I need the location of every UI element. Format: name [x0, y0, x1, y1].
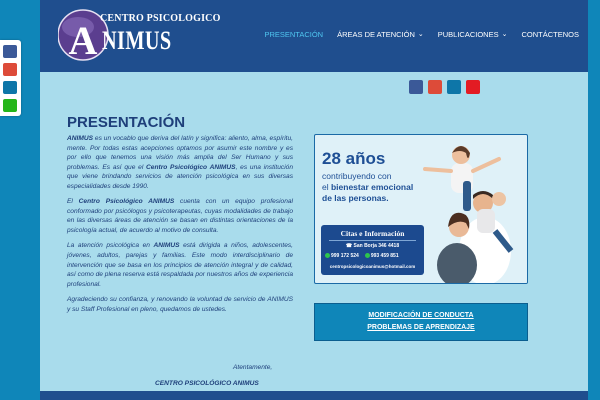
chevron-down-icon: ⌄ [417, 31, 424, 38]
page-frame-right [588, 0, 600, 400]
whatsapp-icon[interactable] [3, 99, 17, 112]
facebook-icon[interactable] [409, 80, 423, 94]
main-nav: PRESENTACIÓN ÁREAS DE ATENCIÓN ⌄ PUBLICA… [257, 30, 586, 39]
nav-item-label: PUBLICACIONES [437, 30, 499, 39]
main-content: PRESENTACIÓN ANIMUS es un vocablo que de… [40, 72, 588, 400]
text: La atención psicológica en [67, 242, 154, 250]
contact-card: Citas e Información ☎ San Borja 346 4418… [321, 225, 424, 275]
closing-text: Atentamente, [233, 364, 273, 371]
logo-line2: NIMUS [102, 26, 172, 55]
logo-line1: CENTRO PSICOLOGICO [100, 13, 221, 24]
site-header: A CENTRO PSICOLOGICO NIMUS PRESENTACIÓN … [40, 0, 588, 72]
bold-text: ANIMUS [67, 135, 94, 142]
phone-icon: ☎ [345, 243, 353, 249]
whatsapp-icon [325, 253, 330, 259]
nav-item-areas-de-atencion[interactable]: ÁREAS DE ATENCIÓN ⌄ [330, 30, 431, 39]
text: 993 459 851 [370, 253, 399, 259]
family-photo [415, 141, 527, 283]
youtube-icon[interactable] [466, 80, 480, 94]
share-bar [0, 40, 21, 116]
contact-address: ☎ San Borja 346 4418 [321, 243, 424, 249]
whatsapp-icon [364, 253, 370, 259]
linkedin-icon[interactable] [447, 80, 461, 94]
nav-item-contactenos[interactable]: CONTÁCTENOS [514, 30, 586, 39]
paragraph: El Centro Psicológico ANIMUS cuenta con … [67, 197, 293, 235]
services-links-box: MODIFICACIÓN DE CONDUCTA PROBLEMAS DE AP… [314, 303, 528, 341]
paragraph: Agradeciendo su confianza, y renovando l… [67, 296, 293, 313]
link-modificacion-conducta[interactable]: MODIFICACIÓN DE CONDUCTA [315, 312, 527, 319]
text: 999 172 524 [331, 253, 359, 259]
social-links [409, 80, 480, 94]
signature: CENTRO PSICOLÓGICO ANIMUS [155, 380, 259, 387]
bold-text: Centro Psicológico ANIMUS [146, 163, 236, 171]
contact-phones: 999 172 524 993 459 851 [325, 253, 399, 259]
facebook-icon[interactable] [3, 45, 17, 58]
presentation-text: ANIMUS es un vocablo que deriva del latí… [67, 134, 293, 320]
bold-text: Centro Psicológico ANIMUS [78, 198, 175, 206]
text: San Borja 346 4418 [353, 243, 400, 249]
bold-text: bienestar emocional [330, 182, 414, 192]
text: El [67, 198, 79, 206]
chevron-down-icon: ⌄ [501, 31, 508, 38]
nav-item-presentacion[interactable]: PRESENTACIÓN [257, 30, 330, 39]
promo-years: 28 años [322, 149, 386, 168]
nav-item-label: CONTÁCTENOS [521, 30, 579, 39]
contact-email: centropsicologicoanimus@hotmail.com [329, 264, 416, 269]
promo-line2: el bienestar emocional [322, 182, 413, 192]
promo-line1: contribuyendo con [322, 171, 392, 181]
promo-banner: 28 años contribuyendo con el bienestar e… [314, 134, 528, 284]
text: el [322, 182, 331, 192]
google-plus-icon[interactable] [428, 80, 442, 94]
bold-text: ANIMUS [153, 242, 180, 250]
footer-strip [40, 391, 588, 400]
logo-monogram: A [69, 18, 98, 63]
link-problemas-aprendizaje[interactable]: PROBLEMAS DE APRENDIZAJE [315, 324, 527, 331]
nav-item-label: PRESENTACIÓN [264, 30, 324, 39]
promo-line3: de las personas. [322, 193, 389, 203]
nav-item-label: ÁREAS DE ATENCIÓN [337, 30, 415, 39]
contact-card-title: Citas e Información [340, 229, 405, 238]
paragraph: La atención psicológica en ANIMUS está d… [67, 241, 293, 289]
google-plus-icon[interactable] [3, 63, 17, 76]
paragraph: ANIMUS es un vocablo que deriva del latí… [67, 134, 293, 191]
phone-2: 993 459 851 [364, 253, 399, 259]
page-title: PRESENTACIÓN [67, 114, 186, 131]
divider [329, 240, 416, 241]
phone-1: 999 172 524 [325, 253, 359, 259]
site-logo[interactable]: A CENTRO PSICOLOGICO NIMUS [58, 8, 220, 63]
linkedin-icon[interactable] [3, 81, 17, 94]
nav-item-publicaciones[interactable]: PUBLICACIONES ⌄ [431, 30, 515, 39]
